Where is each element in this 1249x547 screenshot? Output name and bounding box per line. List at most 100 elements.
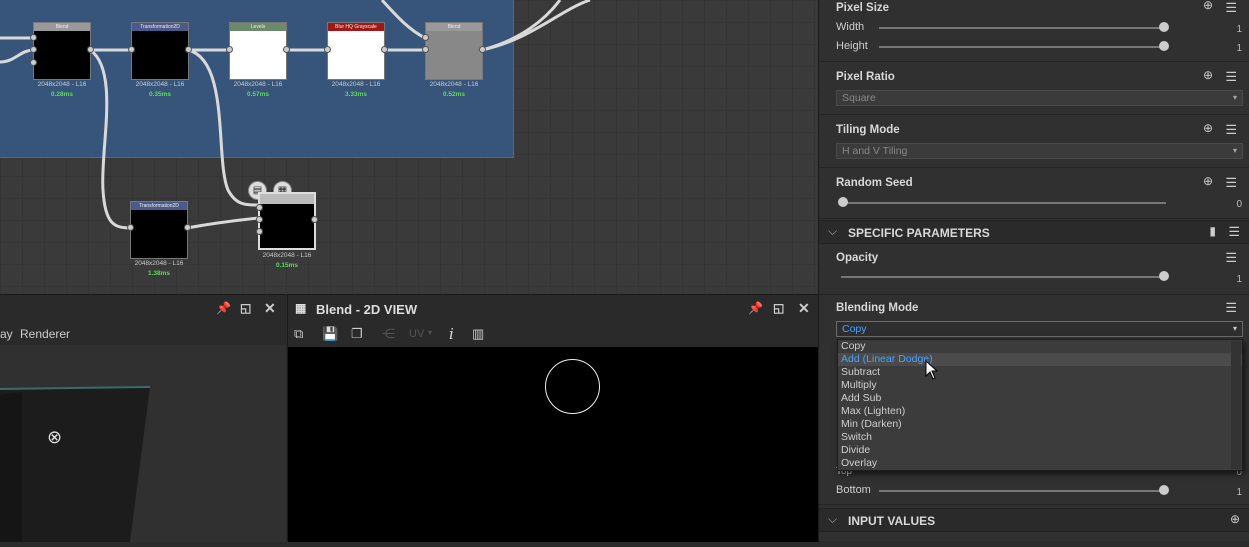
tab-display-partial[interactable]: ay — [0, 327, 13, 341]
node-time: 0.28ms — [50, 91, 74, 98]
node-input-port[interactable] — [256, 228, 263, 235]
node-input-port[interactable] — [324, 46, 331, 53]
seed-slider-track[interactable] — [841, 202, 1166, 204]
link-icon[interactable]: ⊕ — [1203, 68, 1213, 82]
opacity-value[interactable]: 1 — [1236, 274, 1242, 285]
graph-node-transformation2d[interactable]: Transformation2D — [131, 22, 189, 80]
height-slider-track[interactable] — [879, 46, 1164, 48]
tiling-mode-title: Tiling Mode — [836, 124, 900, 136]
specific-parameters-header[interactable]: ⌵ SPECIFIC PARAMETERS ▮ ☰ — [819, 220, 1249, 244]
histogram-icon[interactable]: ▥ — [472, 326, 484, 342]
tiling-mode-select[interactable]: H and V Tiling ▾ — [836, 143, 1243, 159]
node-input-port[interactable] — [127, 224, 134, 231]
pixel-ratio-title: Pixel Ratio — [836, 71, 895, 83]
option-add-sub[interactable]: Add Sub — [838, 392, 1242, 405]
input-values-header[interactable]: ⌵ INPUT VALUES ⊕ — [819, 508, 1249, 532]
3d-viewport[interactable]: ⊗ — [0, 345, 286, 542]
blending-mode-options: Copy Add (Linear Dodge) Subtract Multipl… — [837, 339, 1243, 471]
option-max-lighten[interactable]: Max (Lighten) — [838, 405, 1242, 418]
node-output-port[interactable] — [87, 46, 94, 53]
float-icon[interactable]: ◱ — [240, 301, 251, 315]
opacity-slider-track[interactable] — [841, 276, 1166, 278]
menu-icon[interactable]: ☰ — [1225, 122, 1237, 138]
node-input-port[interactable] — [226, 46, 233, 53]
preset-icon[interactable]: ▮ — [1209, 224, 1216, 238]
option-subtract[interactable]: Subtract — [838, 366, 1242, 379]
graph-node-blend-selected[interactable] — [258, 192, 316, 250]
node-input-port[interactable] — [30, 34, 37, 41]
add-icon[interactable]: ⊕ — [1230, 512, 1240, 526]
menu-icon[interactable]: ☰ — [1225, 300, 1237, 316]
info-icon[interactable]: i — [449, 325, 454, 343]
share-icon[interactable]: ⋲ — [382, 326, 395, 342]
height-slider-handle[interactable] — [1159, 41, 1169, 51]
opacity-title: Opacity — [836, 252, 879, 264]
link-icon[interactable]: ⊕ — [1203, 174, 1213, 188]
node-output-port[interactable] — [381, 46, 388, 53]
node-input-port[interactable] — [256, 216, 263, 223]
menu-icon[interactable]: ☰ — [1225, 0, 1237, 16]
option-overlay[interactable]: Overlay — [838, 457, 1242, 470]
link-icon[interactable]: ⊕ — [1203, 121, 1213, 135]
menu-icon[interactable]: ☰ — [1225, 250, 1237, 266]
graph-node-blend-2[interactable]: Blend — [425, 22, 483, 80]
node-input-port[interactable] — [128, 46, 135, 53]
opacity-slider-handle[interactable] — [1159, 271, 1169, 281]
panel-header: 📌 ◱ ✕ — [0, 295, 286, 323]
option-switch[interactable]: Switch — [838, 431, 1242, 444]
width-slider-track[interactable] — [879, 27, 1164, 29]
chevron-down-icon[interactable]: ▾ — [428, 328, 432, 337]
close-icon[interactable]: ✕ — [264, 300, 276, 317]
seed-slider-handle[interactable] — [838, 197, 848, 207]
node-input-port[interactable] — [256, 204, 263, 211]
node-output-port[interactable] — [184, 224, 191, 231]
bottom-slider-track[interactable] — [879, 490, 1164, 492]
option-add-linear-dodge[interactable]: Add (Linear Dodge) — [838, 353, 1242, 366]
node-input-port[interactable] — [422, 46, 429, 53]
node-output-port[interactable] — [311, 216, 318, 223]
graph-node-levels[interactable]: Levels — [229, 22, 287, 80]
export-icon[interactable]: ⧉ — [294, 326, 303, 342]
2d-viewport[interactable] — [288, 347, 819, 542]
option-min-darken[interactable]: Min (Darken) — [838, 418, 1242, 431]
pin-icon[interactable]: 📌 — [748, 301, 763, 315]
graph-node-blur-hq[interactable]: Blur HQ Grayscale — [327, 22, 385, 80]
width-slider-handle[interactable] — [1159, 22, 1169, 32]
copy-icon[interactable]: ❐ — [351, 326, 363, 342]
save-icon[interactable]: 💾 — [322, 326, 338, 342]
node-output-port[interactable] — [479, 46, 486, 53]
pixel-ratio-select[interactable]: Square ▾ — [836, 90, 1243, 106]
node-input-port[interactable] — [30, 59, 37, 66]
option-copy[interactable]: Copy — [838, 340, 1242, 353]
wire — [481, 0, 562, 52]
pin-icon[interactable]: 📌 — [216, 301, 231, 315]
option-divide[interactable]: Divide — [838, 444, 1242, 457]
pixel-ratio-block: Pixel Ratio ⊕ ☰ Square ▾ — [819, 62, 1249, 115]
menu-icon[interactable]: ☰ — [1225, 175, 1237, 191]
bottom-slider-handle[interactable] — [1159, 485, 1169, 495]
height-value[interactable]: 1 — [1236, 43, 1242, 54]
node-output-port[interactable] — [283, 46, 290, 53]
dropdown-scrollbar[interactable] — [1231, 341, 1241, 469]
graph-node-transformation2d-2[interactable]: Transformation2D — [130, 201, 188, 259]
seed-value[interactable]: 0 — [1236, 199, 1242, 210]
option-multiply[interactable]: Multiply — [838, 379, 1242, 392]
menu-icon[interactable]: ☰ — [1228, 224, 1240, 240]
float-icon[interactable]: ◱ — [773, 301, 784, 315]
bottom-value[interactable]: 1 — [1236, 487, 1242, 498]
blending-mode-select[interactable]: Copy ▾ — [836, 321, 1243, 337]
link-icon[interactable]: ⊕ — [1203, 0, 1213, 12]
node-title: Levels — [230, 23, 286, 31]
node-output-port[interactable] — [185, 46, 192, 53]
uv-button[interactable]: UV — [409, 328, 424, 340]
random-seed-title: Random Seed — [836, 177, 913, 189]
tab-renderer[interactable]: Renderer — [20, 327, 70, 341]
node-graph[interactable]: Blend 2048x2048 - L16 0.28ms Transformat… — [0, 0, 818, 294]
close-icon[interactable]: ✕ — [798, 300, 810, 317]
node-input-port[interactable] — [422, 34, 429, 41]
width-value[interactable]: 1 — [1236, 24, 1242, 35]
menu-icon[interactable]: ☰ — [1225, 69, 1237, 85]
graph-node-blend[interactable]: Blend — [33, 22, 91, 80]
node-input-port[interactable] — [30, 46, 37, 53]
section-title: SPECIFIC PARAMETERS — [848, 226, 990, 240]
